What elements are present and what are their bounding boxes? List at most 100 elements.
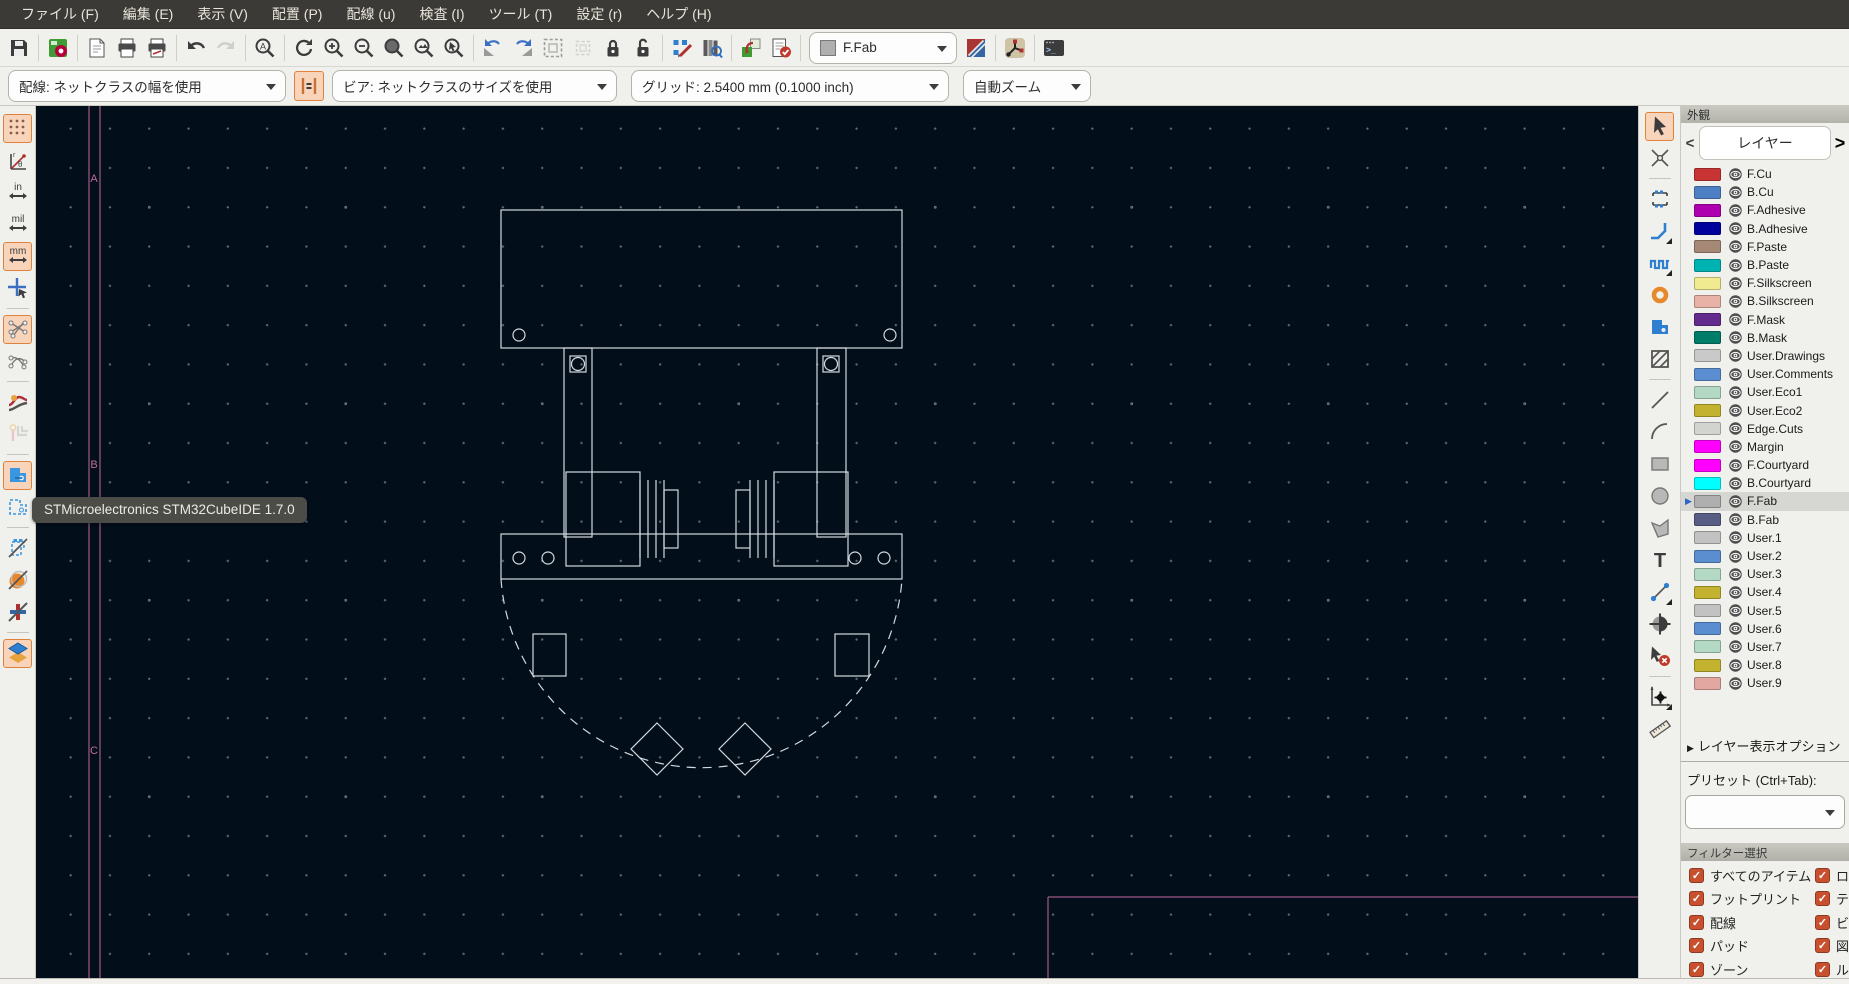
- mounting-hole[interactable]: [541, 551, 555, 565]
- layer-color-swatch[interactable]: [1694, 349, 1721, 363]
- pcb-canvas[interactable]: A B C: [36, 106, 1638, 978]
- layer-color-swatch[interactable]: [1694, 458, 1721, 472]
- zoom-selection-button[interactable]: [439, 33, 469, 63]
- left-arm[interactable]: [563, 347, 593, 538]
- crosshair-cursor-button[interactable]: [3, 274, 32, 303]
- zone-display-outline-button[interactable]: [3, 493, 32, 522]
- zone-display-filled-button[interactable]: [3, 460, 32, 490]
- layer-color-swatch[interactable]: [1694, 222, 1721, 236]
- layer-visibility-eye-icon[interactable]: [1728, 621, 1743, 636]
- board-top-plate[interactable]: [500, 209, 903, 349]
- filter-label[interactable]: すべてのアイテム: [1710, 866, 1811, 885]
- filter-label[interactable]: ビ: [1836, 913, 1849, 932]
- show-ratsnest-button[interactable]: [3, 314, 32, 344]
- layer-row[interactable]: User.Drawings: [1681, 347, 1849, 365]
- add-zone-tool-button[interactable]: [1645, 313, 1674, 342]
- unlock-button[interactable]: [628, 33, 658, 63]
- layer-visibility-eye-icon[interactable]: [1728, 439, 1743, 454]
- mounting-hole[interactable]: [848, 551, 862, 565]
- checkbox-checked-icon[interactable]: ✓: [1814, 914, 1830, 930]
- layer-name[interactable]: B.Adhesive: [1747, 222, 1808, 236]
- sketch-vias-mode-button[interactable]: [3, 598, 32, 627]
- layer-color-swatch[interactable]: [1694, 167, 1721, 181]
- layer-color-swatch[interactable]: [1694, 240, 1721, 254]
- layer-visibility-eye-icon[interactable]: [1728, 221, 1743, 236]
- layer-row[interactable]: F.Cu: [1681, 165, 1849, 183]
- layer-row[interactable]: B.Silkscreen: [1681, 292, 1849, 310]
- filter-label[interactable]: ロ: [1836, 866, 1849, 885]
- layer-pair-toggle-button[interactable]: [961, 33, 991, 63]
- filter-label[interactable]: ゾーン: [1710, 960, 1748, 978]
- layer-color-swatch[interactable]: [1694, 658, 1721, 672]
- menu-item[interactable]: ヘルプ (H): [635, 0, 722, 29]
- zoom-objects-button[interactable]: [409, 33, 439, 63]
- tab-layers[interactable]: レイヤー: [1699, 126, 1831, 160]
- layer-color-swatch[interactable]: [1694, 567, 1721, 581]
- layer-display-options-toggle[interactable]: ▶ レイヤー表示オプション: [1681, 728, 1849, 763]
- layer-visibility-eye-icon[interactable]: [1728, 203, 1743, 218]
- draw-line-tool-button[interactable]: [1645, 386, 1674, 415]
- cross-bar[interactable]: [500, 533, 903, 580]
- layer-row[interactable]: F.Mask: [1681, 311, 1849, 329]
- router-settings-button[interactable]: [1000, 33, 1030, 63]
- menu-item[interactable]: ツール (T): [478, 0, 564, 29]
- draw-rectangle-tool-button[interactable]: [1645, 450, 1674, 479]
- left-motor-shaft[interactable]: [663, 489, 679, 549]
- layer-color-swatch[interactable]: [1694, 585, 1721, 599]
- mounting-hole[interactable]: [512, 551, 526, 565]
- filter-label[interactable]: 配線: [1710, 913, 1736, 932]
- layer-row[interactable]: F.Adhesive: [1681, 201, 1849, 219]
- mounting-hole[interactable]: [823, 356, 839, 372]
- zoom-selector[interactable]: 自動ズーム: [963, 70, 1091, 102]
- layer-name[interactable]: User.Drawings: [1747, 349, 1825, 363]
- layer-row[interactable]: B.Courtyard: [1681, 474, 1849, 492]
- layer-name[interactable]: F.Silkscreen: [1747, 276, 1812, 290]
- layer-row[interactable]: F.Courtyard: [1681, 456, 1849, 474]
- layer-name[interactable]: User.9: [1747, 676, 1782, 690]
- layer-color-swatch[interactable]: [1694, 367, 1721, 381]
- layer-color-swatch[interactable]: [1694, 440, 1721, 454]
- layer-name[interactable]: B.Fab: [1747, 513, 1779, 527]
- layer-color-swatch[interactable]: [1694, 531, 1721, 545]
- layer-name[interactable]: User.Comments: [1747, 367, 1833, 381]
- find-button[interactable]: [250, 33, 280, 63]
- mounting-hole[interactable]: [570, 356, 586, 372]
- layer-name[interactable]: User.5: [1747, 604, 1782, 618]
- layer-visibility-eye-icon[interactable]: [1728, 403, 1743, 418]
- menu-item[interactable]: 検査 (I): [408, 0, 475, 29]
- layer-color-swatch[interactable]: [1694, 203, 1721, 217]
- units-mm-button[interactable]: [3, 241, 32, 271]
- toggle-grid-button[interactable]: [3, 113, 32, 143]
- layer-name[interactable]: User.2: [1747, 549, 1782, 563]
- layer-row[interactable]: B.Cu: [1681, 183, 1849, 201]
- layer-row[interactable]: User.5: [1681, 602, 1849, 620]
- tab-prev-arrow-icon[interactable]: <: [1683, 135, 1697, 152]
- layer-visibility-eye-icon[interactable]: [1728, 585, 1743, 600]
- right-motor-body[interactable]: [773, 471, 849, 567]
- layer-row[interactable]: Edge.Cuts: [1681, 420, 1849, 438]
- layer-color-swatch[interactable]: [1694, 549, 1721, 563]
- add-via-tool-button[interactable]: [1645, 281, 1674, 310]
- layer-name[interactable]: User.6: [1747, 622, 1782, 636]
- layer-color-swatch[interactable]: [1694, 604, 1721, 618]
- zoom-in-button[interactable]: [319, 33, 349, 63]
- layer-visibility-eye-icon[interactable]: [1728, 330, 1743, 345]
- redo-button[interactable]: [211, 33, 241, 63]
- layer-name[interactable]: User.1: [1747, 531, 1782, 545]
- layer-visibility-eye-icon[interactable]: [1728, 239, 1743, 254]
- left-motor-body[interactable]: [565, 471, 641, 567]
- ungroup-button[interactable]: [568, 33, 598, 63]
- curved-ratsnest-button[interactable]: [3, 347, 32, 376]
- layer-visibility-eye-icon[interactable]: [1728, 348, 1743, 363]
- set-grid-origin-tool-button[interactable]: [1645, 683, 1674, 712]
- layer-row[interactable]: User.6: [1681, 620, 1849, 638]
- layer-row[interactable]: Margin: [1681, 438, 1849, 456]
- layer-color-swatch[interactable]: [1694, 422, 1721, 436]
- zoom-out-button[interactable]: [349, 33, 379, 63]
- add-alignment-target-tool-button[interactable]: [1645, 610, 1674, 639]
- measure-tool-button[interactable]: [1645, 715, 1674, 744]
- layer-visibility-eye-icon[interactable]: [1728, 185, 1743, 200]
- footprint-browser-button[interactable]: [697, 33, 727, 63]
- zoom-fit-button[interactable]: [379, 33, 409, 63]
- layer-color-swatch[interactable]: [1694, 494, 1721, 508]
